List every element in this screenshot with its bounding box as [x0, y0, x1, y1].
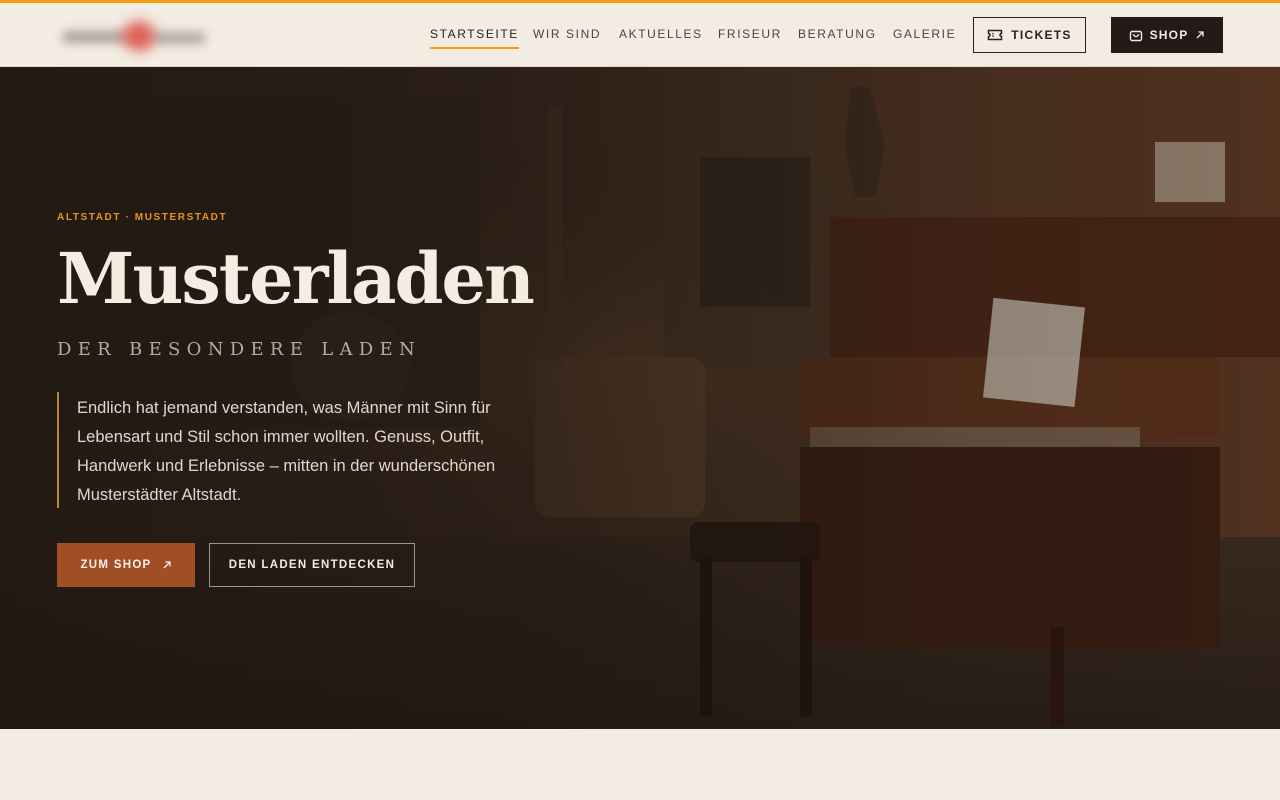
discover-shop-label: DEN LADEN ENTDECKEN [228, 559, 396, 571]
nav-item-beratung[interactable]: BERATUNG [798, 27, 877, 49]
discover-shop-button[interactable]: DEN LADEN ENTDECKEN [209, 543, 415, 587]
hero-eyebrow: ALTSTADT · MUSTERSTADT [57, 212, 228, 223]
arrow-up-right-icon [1196, 31, 1205, 39]
logo-emblem [122, 21, 156, 51]
hero-intro-text: Endlich hat jemand verstanden, was Männe… [57, 392, 547, 508]
shop-label: SHOP [1149, 28, 1189, 42]
nav-item-galerie[interactable]: GALERIE [893, 27, 956, 49]
hero-subtitle: DER BESONDERE LADEN [57, 339, 422, 360]
shopping-bag-icon [1129, 30, 1142, 42]
logo-wordmark-right [154, 32, 206, 44]
nav-item-friseur[interactable]: FRISEUR [718, 27, 782, 49]
hero-section: ALTSTADT · MUSTERSTADT Musterladen DER B… [0, 67, 1280, 729]
shop-button[interactable]: SHOP [1111, 17, 1223, 53]
brand-logo[interactable] [56, 19, 212, 53]
tickets-label: TICKETS [1011, 28, 1072, 42]
nav-item-startseite[interactable]: STARTSEITE [430, 27, 519, 49]
arrow-up-right-icon [163, 561, 171, 569]
zum-shop-label: ZUM SHOP [80, 559, 152, 571]
hero-title: Musterladen [57, 237, 535, 320]
site-header: STARTSEITE WIR SIND AKTUELLES FRISEUR BE… [0, 3, 1280, 67]
zum-shop-button[interactable]: ZUM SHOP [57, 543, 195, 587]
ticket-icon [988, 29, 1003, 41]
nav-item-wir-sind[interactable]: WIR SIND [533, 27, 601, 49]
next-section-background [0, 729, 1280, 800]
tickets-button[interactable]: TICKETS [973, 17, 1086, 53]
nav-item-aktuelles[interactable]: AKTUELLES [619, 27, 703, 49]
logo-wordmark-left [62, 31, 126, 43]
